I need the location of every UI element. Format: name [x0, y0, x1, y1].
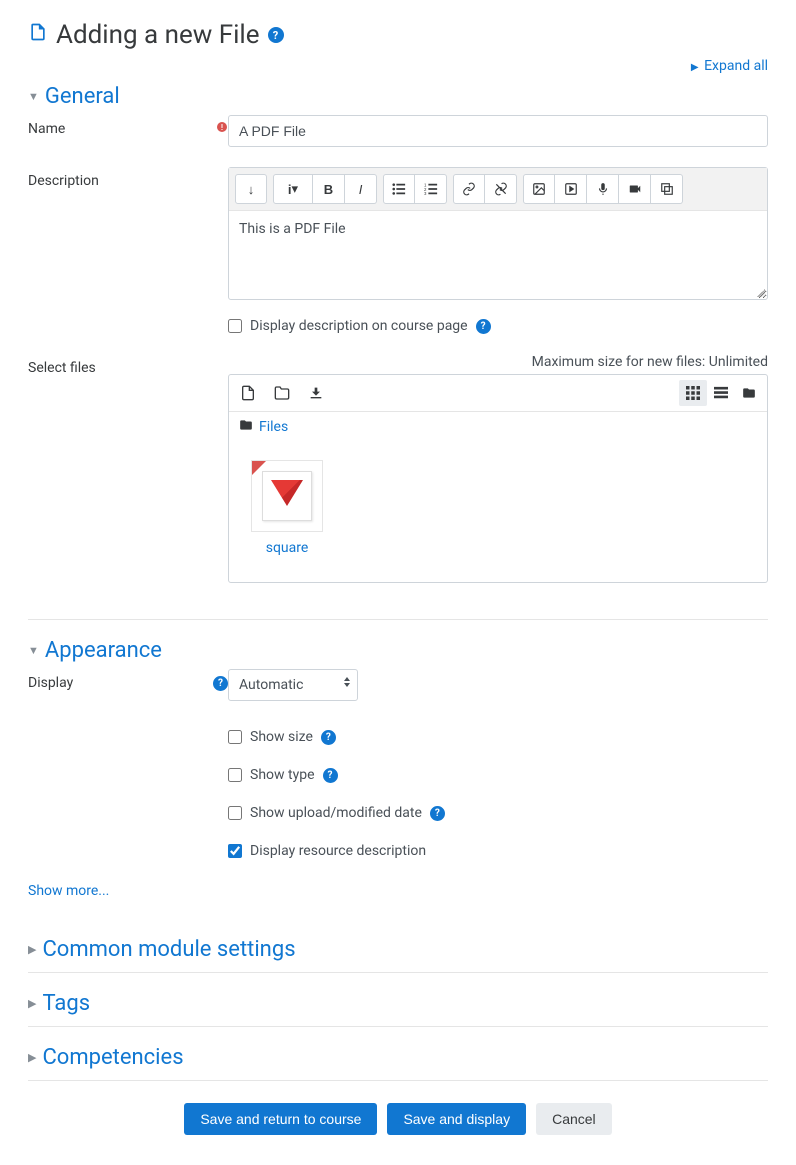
chevron-right-icon: ▶ [28, 1051, 36, 1064]
toolbar-toggle-icon[interactable]: ↓ [235, 174, 267, 204]
label-description: Description [28, 173, 228, 189]
toolbar-ol-icon[interactable]: 123 [415, 174, 447, 204]
file-icon [28, 22, 48, 48]
label-name: Name [28, 121, 210, 137]
breadcrumb-files: Files [259, 419, 288, 435]
help-icon[interactable]: ? [476, 319, 491, 334]
help-icon[interactable]: ? [430, 806, 445, 821]
chevron-right-icon: ▶ [28, 997, 36, 1010]
pdf-icon [251, 460, 323, 532]
chevron-down-icon: ▼ [28, 90, 39, 103]
show-type-label: Show type [250, 767, 315, 783]
show-more-link[interactable]: Show more... [28, 879, 768, 915]
toolbar-paragraph-menu[interactable]: i ▾ [273, 174, 313, 204]
save-return-button[interactable]: Save and return to course [184, 1103, 377, 1135]
file-name: square [247, 540, 327, 556]
folder-icon [239, 418, 253, 436]
toolbar-mic-icon[interactable] [587, 174, 619, 204]
download-icon[interactable] [301, 379, 331, 407]
save-display-button[interactable]: Save and display [387, 1103, 526, 1135]
section-heading-appearance: Appearance [45, 638, 162, 663]
section-toggle-tags[interactable]: ▶ Tags [28, 985, 768, 1022]
view-tree-icon[interactable] [735, 380, 763, 406]
svg-text:3: 3 [424, 191, 427, 196]
toolbar-italic[interactable]: I [345, 174, 377, 204]
label-select-files: Select files [28, 360, 228, 376]
section-heading-common: Common module settings [42, 937, 295, 962]
show-type-checkbox[interactable] [228, 768, 242, 782]
cancel-button[interactable]: Cancel [536, 1103, 612, 1135]
description-editor: ↓ i ▾ B I 123 [228, 167, 768, 300]
chevron-down-icon: ▼ [28, 644, 39, 657]
display-description-checkbox[interactable] [228, 319, 242, 333]
toolbar-bold[interactable]: B [313, 174, 345, 204]
toolbar-ul-icon[interactable] [383, 174, 415, 204]
chevron-right-icon: ▶ [28, 943, 36, 956]
add-file-icon[interactable] [233, 379, 263, 407]
display-resource-desc-checkbox[interactable] [228, 844, 242, 858]
toolbar-video-icon[interactable] [619, 174, 651, 204]
section-toggle-common[interactable]: ▶ Common module settings [28, 931, 768, 968]
display-description-label: Display description on course page [250, 318, 468, 334]
caret-right-icon: ▶ [691, 62, 699, 73]
help-icon[interactable]: ? [321, 730, 336, 745]
section-toggle-appearance[interactable]: ▼ Appearance [28, 632, 768, 669]
section-heading-competencies: Competencies [42, 1045, 183, 1070]
name-input[interactable] [228, 115, 768, 147]
view-grid-icon[interactable] [679, 380, 707, 406]
filepicker-breadcrumb[interactable]: Files [229, 412, 767, 442]
description-textarea[interactable]: This is a PDF File [229, 211, 767, 299]
help-icon[interactable]: ? [268, 27, 284, 43]
toolbar-link-icon[interactable] [453, 174, 485, 204]
show-size-checkbox[interactable] [228, 730, 242, 744]
toolbar-unlink-icon[interactable] [485, 174, 517, 204]
toolbar-media-icon[interactable] [555, 174, 587, 204]
expand-all-link[interactable]: ▶ Expand all [691, 58, 768, 74]
section-toggle-competencies[interactable]: ▶ Competencies [28, 1039, 768, 1076]
show-size-label: Show size [250, 729, 313, 745]
section-toggle-general[interactable]: ▼ General [28, 78, 768, 115]
help-icon[interactable]: ? [213, 676, 228, 691]
required-icon [216, 121, 228, 137]
file-item[interactable]: square [247, 460, 327, 564]
display-resource-desc-label: Display resource description [250, 843, 426, 859]
page-title-text: Adding a new File [56, 20, 260, 50]
show-date-checkbox[interactable] [228, 806, 242, 820]
display-select[interactable]: Automatic [228, 669, 358, 701]
help-icon[interactable]: ? [323, 768, 338, 783]
section-heading-general: General [45, 84, 120, 109]
view-list-icon[interactable] [707, 380, 735, 406]
max-file-size: Maximum size for new files: Unlimited [228, 354, 768, 370]
show-date-label: Show upload/modified date [250, 805, 422, 821]
page-title: Adding a new File ? [28, 20, 768, 50]
toolbar-image-icon[interactable] [523, 174, 555, 204]
section-heading-tags: Tags [42, 991, 90, 1016]
filepicker: Files square [228, 374, 768, 583]
label-display: Display [28, 675, 207, 691]
toolbar-manage-files-icon[interactable] [651, 174, 683, 204]
create-folder-icon[interactable] [267, 379, 297, 407]
